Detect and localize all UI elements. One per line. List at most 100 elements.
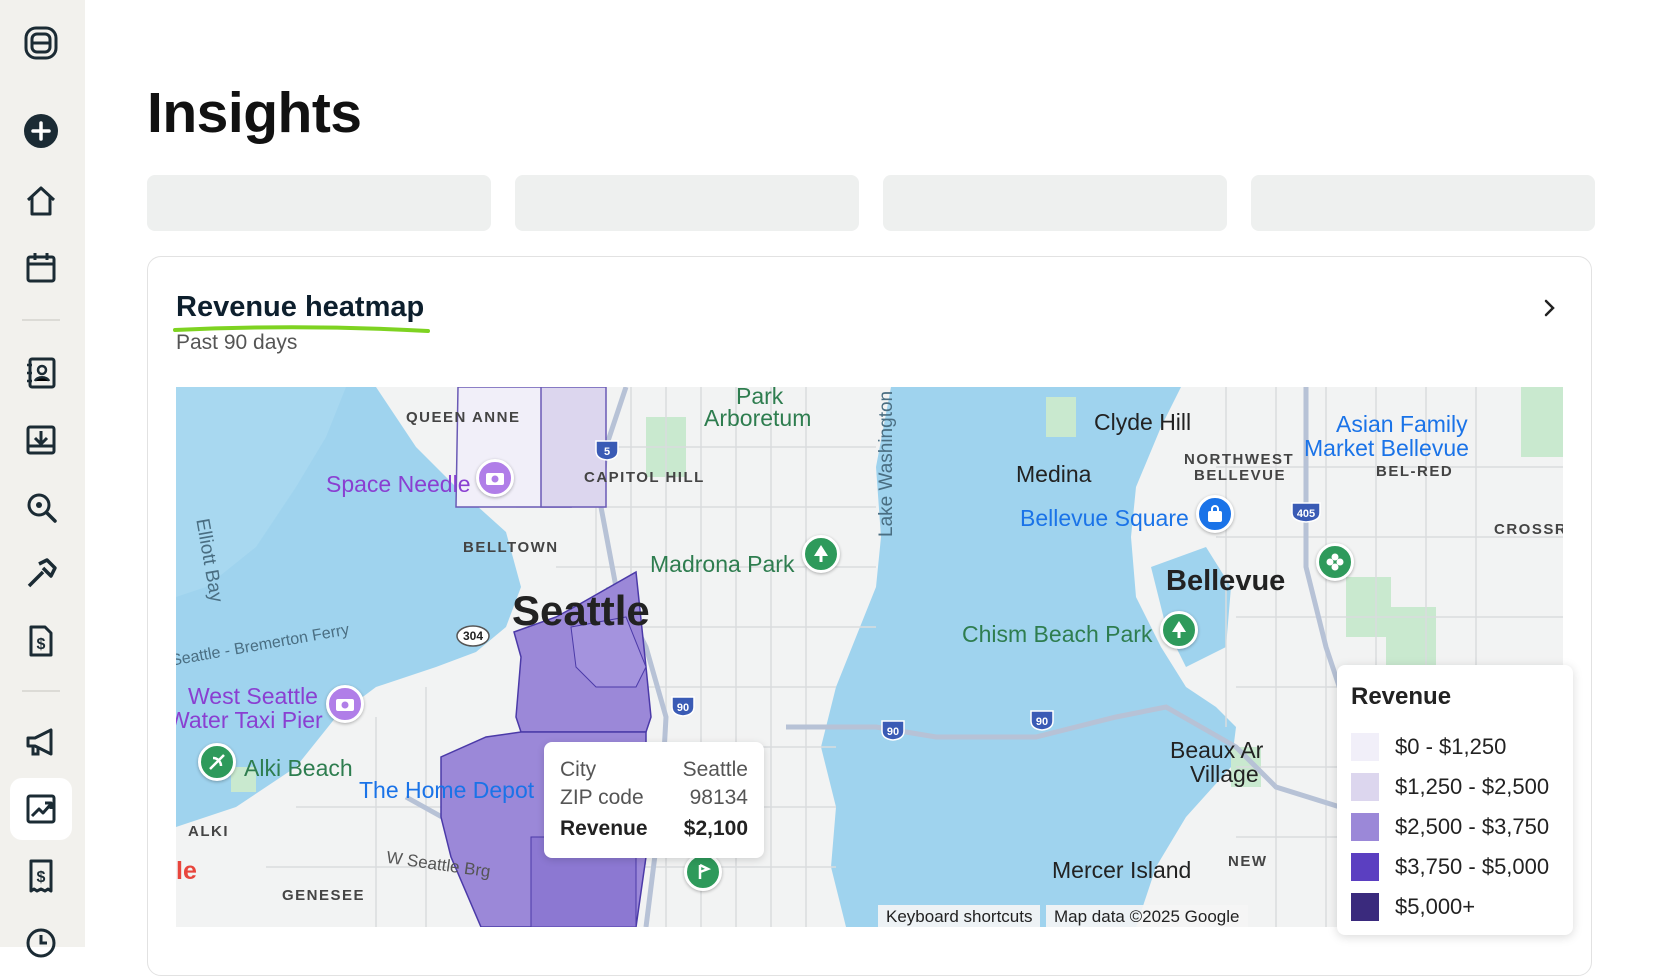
map-label: Chism Beach Park <box>962 621 1152 648</box>
shopping-pin[interactable] <box>1196 495 1234 533</box>
highway-shield: 304 <box>456 625 490 647</box>
park-pin[interactable] <box>802 535 840 573</box>
card-subtitle: Past 90 days <box>176 331 297 355</box>
svg-text:90: 90 <box>677 702 689 714</box>
nav-separator <box>22 690 60 692</box>
map-label: Lake Washington <box>876 391 898 537</box>
nav-insights[interactable] <box>10 778 72 840</box>
hammer-icon <box>23 556 59 592</box>
garden-pin[interactable] <box>1316 543 1354 581</box>
attraction-pin[interactable] <box>476 459 514 497</box>
tooltip-city-value: Seattle <box>683 756 748 784</box>
invoice-dollar-icon: $ <box>23 623 59 659</box>
map-data-attribution: Map data ©2025 Google <box>1046 905 1248 927</box>
map-label: Market Bellevue <box>1304 435 1469 462</box>
map-label: Asian Family <box>1336 411 1468 438</box>
nav-inbox[interactable] <box>10 409 72 471</box>
map-label: Alki Beach <box>244 755 353 782</box>
legend-swatch <box>1351 893 1379 921</box>
legend-swatch <box>1351 853 1379 881</box>
legend-item: $1,250 - $2,500 <box>1351 767 1559 807</box>
park-pin[interactable] <box>1160 611 1198 649</box>
main-content: Insights Revenue heatmap Past 90 days <box>85 0 1670 947</box>
svg-text:$: $ <box>37 636 46 653</box>
map-label: CAPITOL HILL <box>584 469 705 486</box>
nav-separator <box>22 319 60 321</box>
plus-circle-icon <box>23 113 59 149</box>
tooltip-zip-value: 98134 <box>690 784 748 812</box>
megaphone-icon <box>23 724 59 760</box>
nav-invoices[interactable]: $ <box>10 610 72 672</box>
calendar-icon <box>23 250 59 286</box>
legend-swatch <box>1351 773 1379 801</box>
contacts-icon <box>23 355 59 391</box>
legend-label: $1,250 - $2,500 <box>1395 774 1549 800</box>
map-label: Mercer Island <box>1052 857 1191 884</box>
legend-swatch <box>1351 813 1379 841</box>
highway-shield: 90 <box>670 695 696 717</box>
nav-home[interactable] <box>10 170 72 232</box>
kpi-placeholder <box>147 175 491 231</box>
keyboard-shortcuts-link[interactable]: Keyboard shortcuts <box>878 905 1040 927</box>
google-logo: le <box>176 857 197 886</box>
tooltip-zip-label: ZIP code <box>560 784 644 812</box>
open-details-button[interactable] <box>1535 293 1565 323</box>
svg-text:5: 5 <box>604 446 610 458</box>
map-label: GENESEE <box>282 887 365 904</box>
legend-item: $3,750 - $5,000 <box>1351 847 1559 887</box>
highway-shield: 90 <box>880 719 906 741</box>
chart-icon <box>23 791 59 827</box>
nav-jobs[interactable] <box>10 543 72 605</box>
svg-text:405: 405 <box>1297 508 1315 520</box>
receipt-dollar-icon: $ <box>23 858 59 894</box>
nav-search[interactable] <box>10 476 72 538</box>
legend-title: Revenue <box>1351 683 1559 711</box>
map-label: ALKI <box>188 823 229 840</box>
logo-icon <box>23 25 59 61</box>
map-label: The Home Depot <box>359 777 534 804</box>
nav-contacts[interactable] <box>10 342 72 404</box>
beach-pin[interactable] <box>198 743 236 781</box>
kpi-placeholder <box>883 175 1227 231</box>
map-label: Space Needle <box>326 471 471 498</box>
nav-timesheets[interactable] <box>10 912 72 974</box>
golf-icon <box>694 863 712 881</box>
tooltip-city-row: City Seattle <box>560 756 748 784</box>
map-label: Seattle <box>512 587 650 635</box>
nav-calendar[interactable] <box>10 237 72 299</box>
nav-marketing[interactable] <box>10 711 72 773</box>
legend-label: $3,750 - $5,000 <box>1395 854 1549 880</box>
camera-icon <box>485 470 505 486</box>
revenue-legend: Revenue $0 - $1,250 $1,250 - $2,500 $2,5… <box>1337 665 1573 935</box>
map-label: BEL-RED <box>1376 463 1453 480</box>
flower-icon <box>1325 552 1345 572</box>
create-button[interactable] <box>10 100 72 162</box>
map-label: Bellevue Square <box>1020 505 1189 532</box>
svg-text:90: 90 <box>1036 716 1048 728</box>
app-logo[interactable] <box>10 12 72 74</box>
inbox-download-icon <box>23 422 59 458</box>
tooltip-revenue-label: Revenue <box>560 815 648 843</box>
state-route-shield-icon: 304 <box>456 625 490 647</box>
golf-pin[interactable] <box>684 853 722 891</box>
card-title[interactable]: Revenue heatmap <box>176 291 424 324</box>
svg-text:90: 90 <box>887 726 899 738</box>
attraction-pin[interactable] <box>326 685 364 723</box>
home-icon <box>23 183 59 219</box>
highway-shield: 405 <box>1290 501 1322 523</box>
tooltip-zip-row: ZIP code 98134 <box>560 784 748 812</box>
svg-text:304: 304 <box>463 629 483 643</box>
map-label: Water Taxi Pier <box>176 707 323 734</box>
map-label: West Seattle <box>188 683 318 710</box>
legend-item: $2,500 - $3,750 <box>1351 807 1559 847</box>
tooltip-revenue-row: Revenue $2,100 <box>560 815 748 843</box>
legend-item: $5,000+ <box>1351 887 1559 927</box>
map-label: Madrona Park <box>650 551 794 578</box>
map-label: BELLEVUE <box>1194 467 1286 484</box>
kpi-placeholder <box>515 175 859 231</box>
map-label: Beaux Ar <box>1170 737 1263 764</box>
tooltip-revenue-value: $2,100 <box>684 815 748 843</box>
map-label: Medina <box>1016 461 1091 488</box>
nav-payments[interactable]: $ <box>10 845 72 907</box>
interstate-shield-icon: 90 <box>1029 709 1055 731</box>
